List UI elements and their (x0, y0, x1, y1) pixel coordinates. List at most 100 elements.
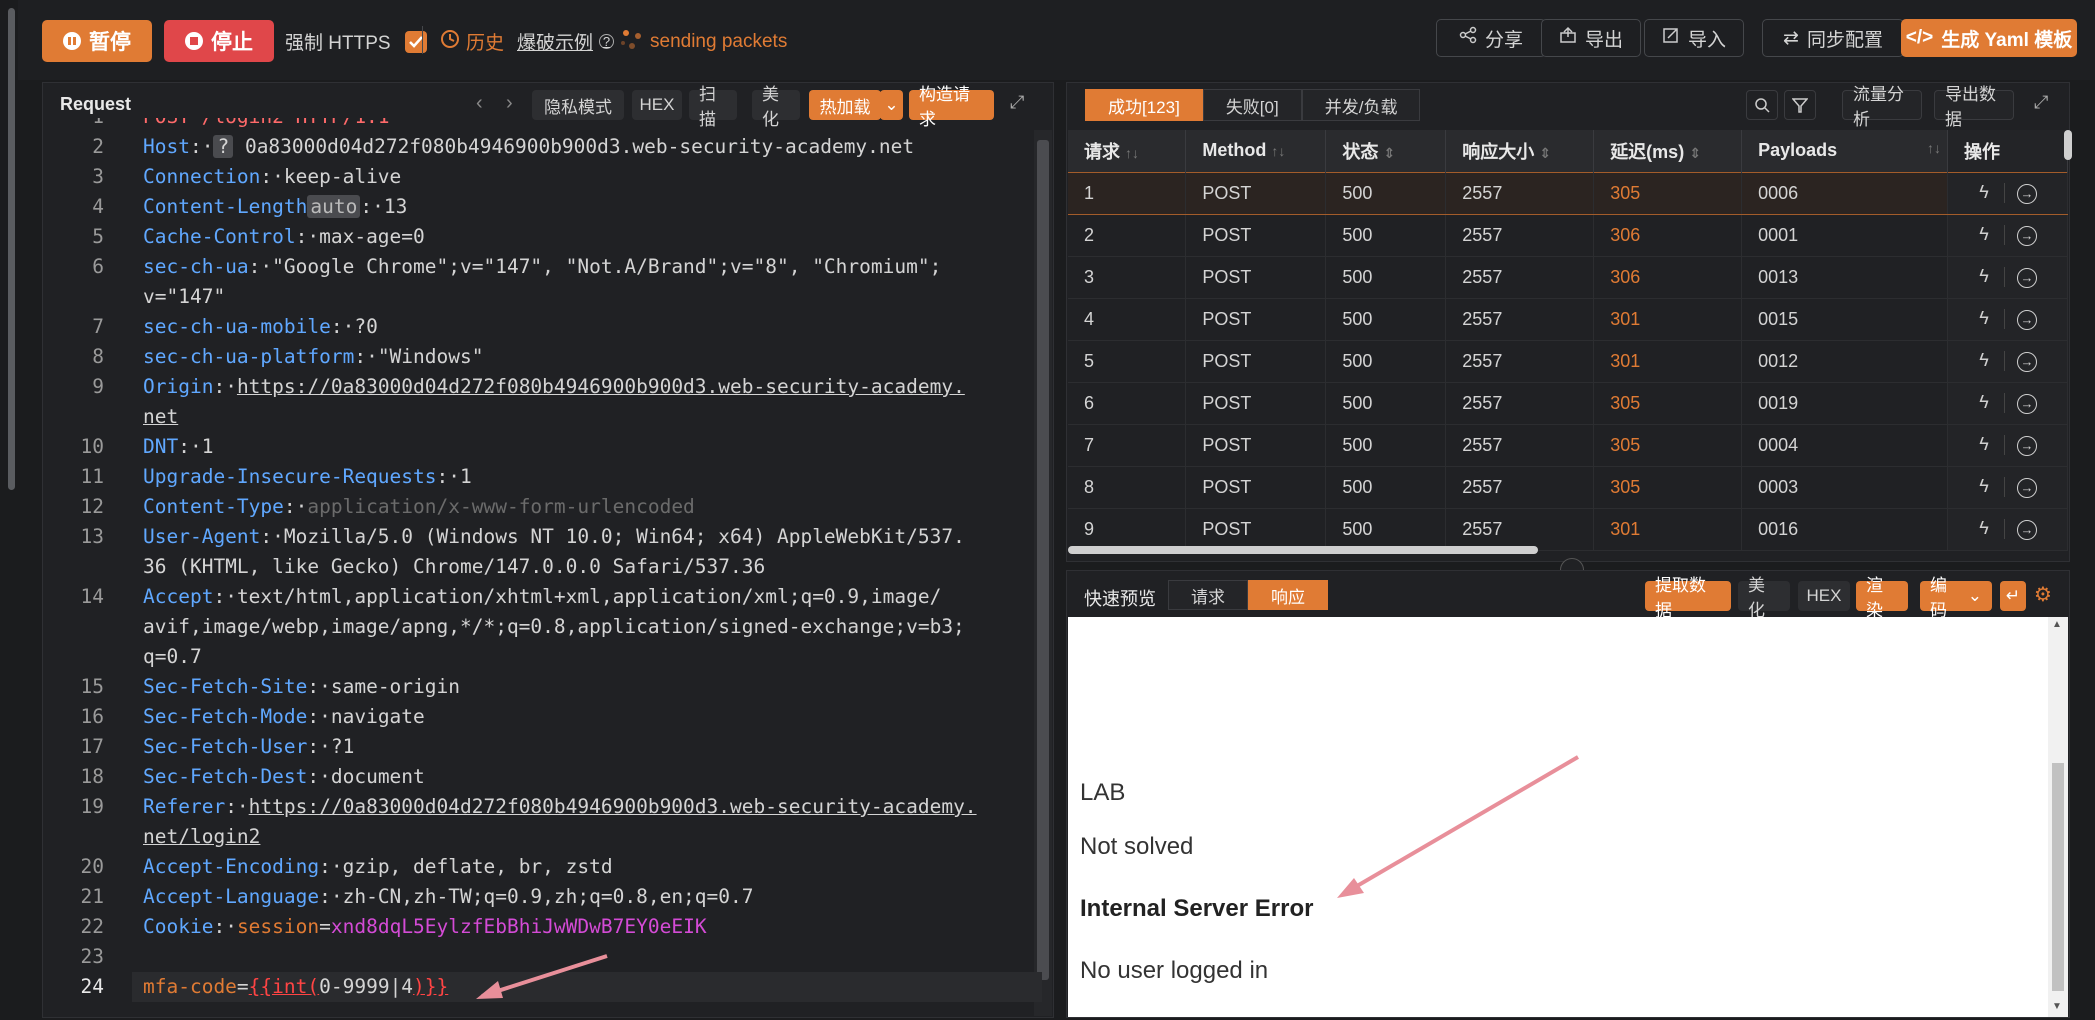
checkbox-icon[interactable] (404, 30, 427, 53)
hex-button[interactable]: HEX (632, 90, 682, 120)
table-v-scrollbar[interactable] (2064, 130, 2072, 160)
lightning-icon[interactable]: ϟ (1964, 308, 2004, 329)
beautify-button[interactable]: 美化 (752, 85, 800, 129)
sync-config-button[interactable]: ⇄ 同步配置 (1762, 19, 1904, 57)
tab-request[interactable]: 请求 (1168, 580, 1248, 610)
privacy-mode-button[interactable]: 隐私模式 (532, 90, 624, 120)
table-cell: 0013 (1741, 256, 1948, 299)
header-value-cont: v="147" (143, 285, 226, 308)
import-button[interactable]: 导入 (1644, 19, 1744, 57)
table-h-scrollbar[interactable] (1068, 546, 1538, 554)
share-button[interactable]: 分享 (1436, 19, 1546, 57)
export-button[interactable]: 导出 (1541, 19, 1641, 57)
lightning-icon[interactable]: ϟ (1964, 434, 2004, 455)
lightning-icon[interactable]: ϟ (1964, 476, 2004, 497)
goto-circle-icon[interactable]: → (2005, 182, 2049, 204)
extract-data-button[interactable]: 提取数据 (1645, 576, 1731, 620)
error-heading: Internal Server Error (1080, 895, 1314, 922)
tab-concurrent[interactable]: 并发/负载 (1301, 89, 1421, 121)
hotload-dropdown-icon[interactable]: ⌄ (880, 90, 903, 120)
window-scrollbar-thumb[interactable] (8, 8, 15, 490)
goto-circle-icon[interactable]: → (2005, 518, 2049, 540)
scan-button[interactable]: 扫描 (689, 85, 737, 129)
tab-fail[interactable]: 失败[0] (1202, 89, 1302, 121)
goto-circle-icon[interactable]: → (2005, 308, 2049, 330)
goto-circle-icon[interactable]: → (2005, 224, 2049, 246)
force-https-toggle[interactable]: 强制 HTTPS (285, 28, 427, 55)
table-row[interactable]: 5 POST 500 2557 301 0012 ϟ → (1068, 340, 2069, 383)
table-row[interactable]: 3 POST 500 2557 306 0013 ϟ → (1068, 256, 2069, 299)
goto-circle-icon[interactable]: → (2005, 392, 2049, 414)
table-cell: 2557 (1445, 214, 1595, 257)
window-scrollbar[interactable] (0, 0, 18, 1020)
col-header[interactable]: Payloads ↑↓ (1741, 130, 1948, 172)
table-row[interactable]: 2 POST 500 2557 306 0001 ϟ → (1068, 214, 2069, 257)
lightning-icon[interactable]: ϟ (1964, 224, 2004, 245)
lightning-icon[interactable]: ϟ (1964, 518, 2004, 539)
col-header[interactable]: 延迟(ms) ⇕ (1593, 130, 1743, 172)
header-key: Referer (143, 795, 226, 818)
tab-success[interactable]: 成功[123] (1085, 89, 1203, 121)
table-cell: 2557 (1445, 256, 1595, 299)
upload-icon (1559, 26, 1577, 50)
generate-yaml-button[interactable]: </> 生成 Yaml 模板 (1901, 19, 2077, 57)
example-link[interactable]: 爆破示例? (517, 28, 615, 55)
preview-label: 快速预览 (1084, 589, 1156, 609)
table-row[interactable]: 8 POST 500 2557 305 0003 ϟ → (1068, 466, 2069, 509)
cookie-name: session (236, 915, 320, 938)
fuzz-tag-open: {{int( (248, 975, 320, 998)
table-cell: 0004 (1741, 424, 1948, 467)
expand-icon[interactable]: ⤢ (2034, 92, 2048, 113)
tab-response[interactable]: 响应 (1248, 580, 1328, 610)
col-header[interactable]: 响应大小 ⇕ (1445, 130, 1595, 172)
goto-circle-icon[interactable]: → (2005, 350, 2049, 372)
goto-circle-icon[interactable]: → (2005, 266, 2049, 288)
render-button[interactable]: 渲染 (1856, 576, 1908, 620)
goto-circle-icon[interactable]: → (2005, 476, 2049, 498)
header-value-cont: 36 (KHTML, like Gecko) Chrome/147.0.0.0 … (143, 555, 766, 578)
header-value-cont[interactable]: net (143, 402, 178, 432)
table-row[interactable]: 7 POST 500 2557 305 0004 ϟ → (1068, 424, 2069, 467)
preview-scrollbar-thumb[interactable] (2052, 763, 2064, 991)
traffic-analysis-button[interactable]: 流量分析 (1842, 85, 1922, 129)
hotload-button[interactable]: 热加载 (809, 90, 881, 120)
sending-status-label: sending packets (650, 31, 788, 52)
lightning-icon[interactable]: ϟ (1964, 350, 2004, 371)
sync-config-label: 同步配置 (1806, 29, 1883, 51)
table-row[interactable]: 4 POST 500 2557 301 0015 ϟ → (1068, 298, 2069, 341)
preview-beautify-button[interactable]: 美化 (1738, 576, 1790, 620)
wrap-icon[interactable]: ↵ (2000, 581, 2026, 611)
search-icon[interactable] (1746, 90, 1778, 120)
header-value: 1 (201, 435, 214, 458)
stop-button[interactable]: 停止 (164, 20, 274, 62)
request-editor[interactable]: 1POST /login2 HTTP/1.1 2Host:·? 0a83000d… (42, 118, 1042, 1018)
expand-icon[interactable]: ⤢ (1010, 92, 1024, 113)
prev-arrow-icon[interactable]: ‹ (476, 92, 483, 115)
goto-circle-icon[interactable]: → (2005, 434, 2049, 456)
lightning-icon[interactable]: ϟ (1964, 182, 2004, 203)
table-row[interactable]: 9 POST 500 2557 301 0016 ϟ → (1068, 508, 2069, 551)
next-arrow-icon[interactable]: › (506, 92, 513, 115)
pause-button[interactable]: 暂停 (42, 20, 152, 62)
encode-dropdown[interactable]: 编码 ⌄ (1920, 576, 1992, 620)
col-header[interactable]: 状态 ⇕ (1325, 130, 1447, 172)
export-data-button[interactable]: 导出数据 (1934, 85, 2014, 129)
lightning-icon[interactable]: ϟ (1964, 392, 2004, 413)
col-header[interactable]: 请求 ↑↓ (1068, 130, 1187, 172)
header-value[interactable]: https://0a83000d04d272f080b4946900b900d3… (237, 375, 965, 398)
header-value[interactable]: https://0a83000d04d272f080b4946900b900d3… (249, 795, 977, 818)
history-link[interactable]: 历史 (440, 28, 504, 55)
header-value: Mozilla/5.0 (Windows NT 10.0; Win64; x64… (283, 525, 965, 548)
col-header[interactable]: Method ↑↓ (1185, 130, 1327, 172)
table-row[interactable]: 1 POST 500 2557 305 0006 ϟ → (1068, 171, 2069, 215)
header-value-cont[interactable]: net/login2 (143, 822, 260, 852)
preview-scrollbar[interactable]: ▲ ▼ (2048, 617, 2068, 1017)
filter-icon[interactable] (1784, 90, 1816, 120)
preview-hex-button[interactable]: HEX (1798, 581, 1850, 611)
lightning-icon[interactable]: ϟ (1964, 266, 2004, 287)
settings-gear-icon[interactable]: ⚙ (2034, 582, 2052, 607)
request-title: Request (60, 94, 132, 114)
table-row[interactable]: 6 POST 500 2557 305 0019 ϟ → (1068, 382, 2069, 425)
table-cell: POST (1185, 382, 1327, 425)
build-request-button[interactable]: 构造请求 (909, 85, 994, 129)
